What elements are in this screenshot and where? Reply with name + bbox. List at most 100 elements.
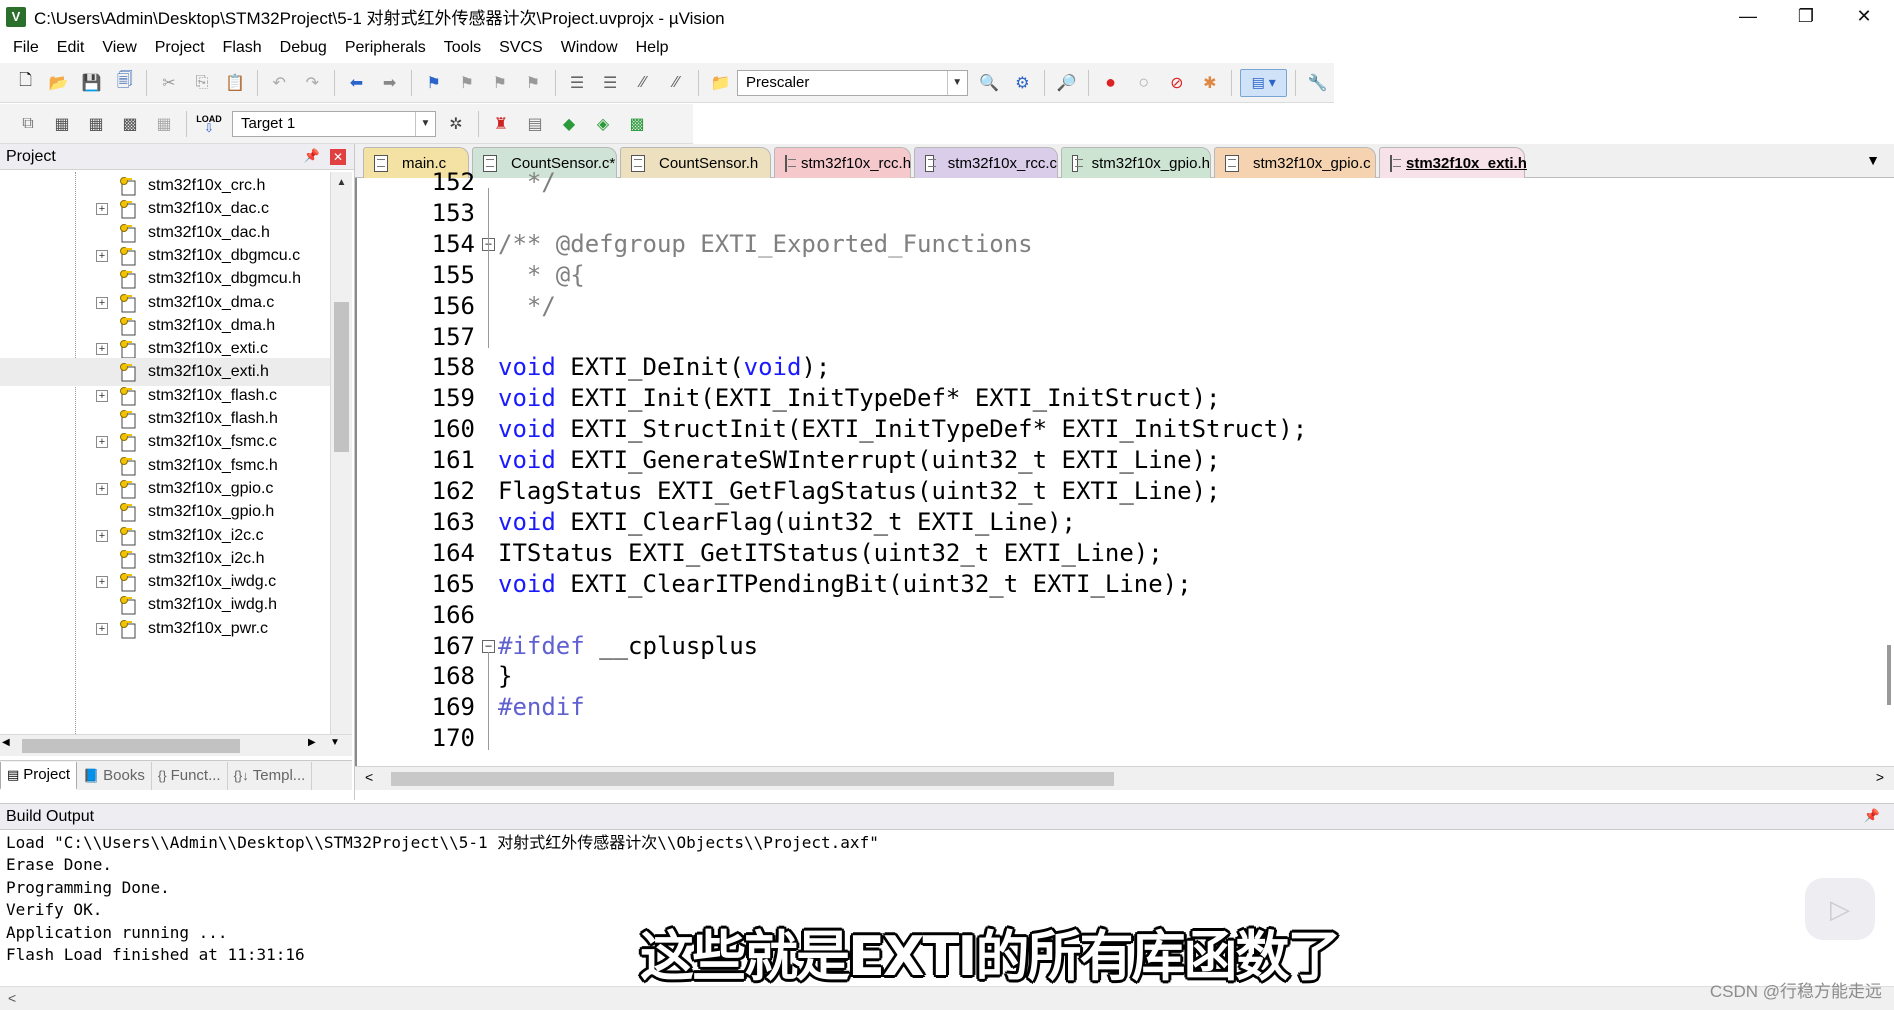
editor-vertical-scroll-indicator[interactable] — [1887, 645, 1891, 705]
indent-icon[interactable]: ☰ — [563, 69, 590, 97]
panel-tab-project[interactable]: ▤ Project — [0, 761, 77, 790]
code-line[interactable]: 169 #endif — [357, 692, 1892, 723]
undo-icon[interactable]: ↶ — [266, 69, 293, 97]
navigate-back-icon[interactable]: ⬅ — [343, 69, 370, 97]
code-line[interactable]: 155 * @{ — [357, 260, 1892, 291]
expand-icon[interactable]: + — [96, 249, 108, 262]
clear-bookmarks-icon[interactable]: ⚑ — [519, 69, 546, 97]
pin-icon[interactable]: 📌 — [304, 148, 320, 164]
expand-icon[interactable]: + — [96, 576, 108, 589]
scroll-right-icon[interactable]: ▶ — [308, 737, 316, 748]
code-editor[interactable]: 152 */153154−/** @defgroup EXTI_Exported… — [355, 168, 1894, 766]
save-icon[interactable]: 💾 — [78, 69, 105, 97]
target-options-icon[interactable]: ✲ — [442, 110, 470, 138]
copy-icon[interactable]: ⎘ — [189, 69, 216, 97]
insert-breakpoint-icon[interactable]: ● — [1097, 69, 1124, 97]
code-line[interactable]: 163 void EXTI_ClearFlag(uint32_t EXTI_Lin… — [357, 507, 1892, 538]
menu-view[interactable]: View — [93, 39, 145, 57]
scroll-left-icon[interactable]: < — [8, 990, 16, 1006]
prev-bookmark-icon[interactable]: ⚑ — [453, 69, 480, 97]
expand-icon[interactable]: + — [96, 389, 108, 402]
close-button[interactable]: ✕ — [1836, 0, 1892, 33]
menu-peripherals[interactable]: Peripherals — [336, 39, 435, 57]
stop-build-icon[interactable]: ▦ — [150, 110, 178, 138]
rebuild-icon[interactable]: ▦ — [82, 110, 110, 138]
tree-vertical-scrollbar[interactable]: ▲ — [330, 172, 352, 734]
pack-installer-icon[interactable]: ◈ — [589, 110, 617, 138]
menu-edit[interactable]: Edit — [48, 39, 94, 57]
scroll-up-icon[interactable]: ▲ — [331, 172, 352, 192]
code-line[interactable]: 167− #ifdef __cplusplus — [357, 631, 1892, 662]
target-combo[interactable]: Target 1 ▼ — [232, 110, 436, 137]
batch-build-icon[interactable]: ▩ — [116, 110, 144, 138]
code-line[interactable]: 166 — [357, 600, 1892, 631]
window-layout-icon[interactable]: ▤ ▾ — [1240, 68, 1287, 97]
editor-horizontal-scrollbar[interactable]: < > — [355, 766, 1894, 790]
run-time-environment-icon[interactable]: ◆ — [555, 110, 583, 138]
load-download-icon[interactable]: LOAD ⇩ — [195, 110, 223, 138]
code-line[interactable]: 157 — [357, 322, 1892, 353]
scroll-right-icon[interactable]: > — [1876, 769, 1884, 785]
menu-tools[interactable]: Tools — [435, 39, 490, 57]
menu-window[interactable]: Window — [552, 39, 627, 57]
bookmark-icon[interactable]: ⚑ — [420, 69, 447, 97]
unindent-icon[interactable]: ☰ — [597, 69, 624, 97]
restore-button[interactable]: ❐ — [1778, 0, 1834, 33]
file-extensions-icon[interactable]: ▤ — [521, 110, 549, 138]
close-panel-icon[interactable]: ✕ — [330, 149, 346, 165]
expand-icon[interactable]: + — [96, 622, 108, 635]
menu-flash[interactable]: Flash — [214, 39, 271, 57]
code-line[interactable]: 154−/** @defgroup EXTI_Exported_Function… — [357, 229, 1892, 260]
scrollbar-thumb[interactable] — [391, 772, 1114, 786]
comment-icon[interactable]: ⁄⁄ — [630, 69, 657, 97]
code-line[interactable]: 152 */ — [357, 167, 1892, 198]
find-combo[interactable]: Prescaler ▼ — [737, 69, 968, 96]
menu-project[interactable]: Project — [146, 39, 214, 57]
expand-icon[interactable]: + — [96, 343, 108, 356]
expand-icon[interactable]: + — [96, 436, 108, 449]
code-line[interactable]: 170 — [357, 723, 1892, 754]
enable-breakpoint-icon[interactable]: ○ — [1130, 69, 1157, 97]
tree-item[interactable]: + stm32f10x_pwr.c — [0, 615, 330, 643]
translate-icon[interactable]: ⧉ — [14, 110, 42, 138]
expand-icon[interactable]: + — [96, 529, 108, 542]
play-button-icon[interactable]: ▷ — [1805, 878, 1875, 940]
chevron-down-icon[interactable]: ▼ — [946, 70, 967, 95]
chevron-down-icon[interactable]: ▼ — [415, 111, 435, 136]
find-in-files-icon[interactable]: 📁 — [707, 69, 734, 97]
code-line[interactable]: 153 — [357, 198, 1892, 229]
menu-debug[interactable]: Debug — [271, 39, 336, 57]
find-icon[interactable]: 🔍 — [976, 69, 1003, 97]
menu-file[interactable]: File — [4, 39, 48, 57]
code-line[interactable]: 158 void EXTI_DeInit(void); — [357, 352, 1892, 383]
incremental-find-icon[interactable]: ⚙ — [1009, 69, 1036, 97]
tree-horizontal-scrollbar[interactable]: ◀ ▶ ▼ — [0, 734, 352, 756]
scrollbar-thumb[interactable] — [334, 302, 349, 452]
panel-tab-templ[interactable]: {}↓ Templ... — [228, 761, 313, 790]
code-line[interactable]: 164 ITStatus EXTI_GetITStatus(uint32_t EX… — [357, 538, 1892, 569]
kill-breakpoints-icon[interactable]: ✱ — [1196, 69, 1223, 97]
expand-icon[interactable]: + — [96, 203, 108, 216]
uncomment-icon[interactable]: ⁄⁄ — [663, 69, 690, 97]
save-all-icon[interactable]: 🗐 — [111, 69, 138, 97]
next-bookmark-icon[interactable]: ⚑ — [486, 69, 513, 97]
navigate-forward-icon[interactable]: ➡ — [376, 69, 403, 97]
scroll-left-icon[interactable]: ◀ — [2, 737, 10, 748]
code-line[interactable]: 165 void EXTI_ClearITPendingBit(uint32_t … — [357, 569, 1892, 600]
new-file-icon[interactable]: 🗋 — [12, 69, 39, 97]
manage-project-items-icon[interactable]: ♜ — [487, 110, 515, 138]
disable-breakpoints-icon[interactable]: ⊘ — [1163, 69, 1190, 97]
paste-icon[interactable]: 📋 — [222, 69, 249, 97]
menu-svcs[interactable]: SVCS — [490, 39, 552, 57]
panel-tab-books[interactable]: 📘 Books — [77, 761, 152, 790]
redo-icon[interactable]: ↷ — [299, 69, 326, 97]
build-output-scrollbar[interactable]: < — [0, 986, 1894, 1010]
open-file-icon[interactable]: 📂 — [45, 69, 72, 97]
scroll-left-icon[interactable]: < — [365, 769, 373, 785]
tab-list-dropdown-icon[interactable]: ▼ — [1866, 152, 1880, 168]
cut-icon[interactable]: ✂ — [155, 69, 182, 97]
minimize-button[interactable]: — — [1720, 0, 1776, 33]
panel-tab-funct[interactable]: {} Funct... — [152, 761, 228, 790]
code-line[interactable]: 161 void EXTI_GenerateSWInterrupt(uint32_… — [357, 445, 1892, 476]
select-software-packs-icon[interactable]: ▩ — [623, 110, 651, 138]
